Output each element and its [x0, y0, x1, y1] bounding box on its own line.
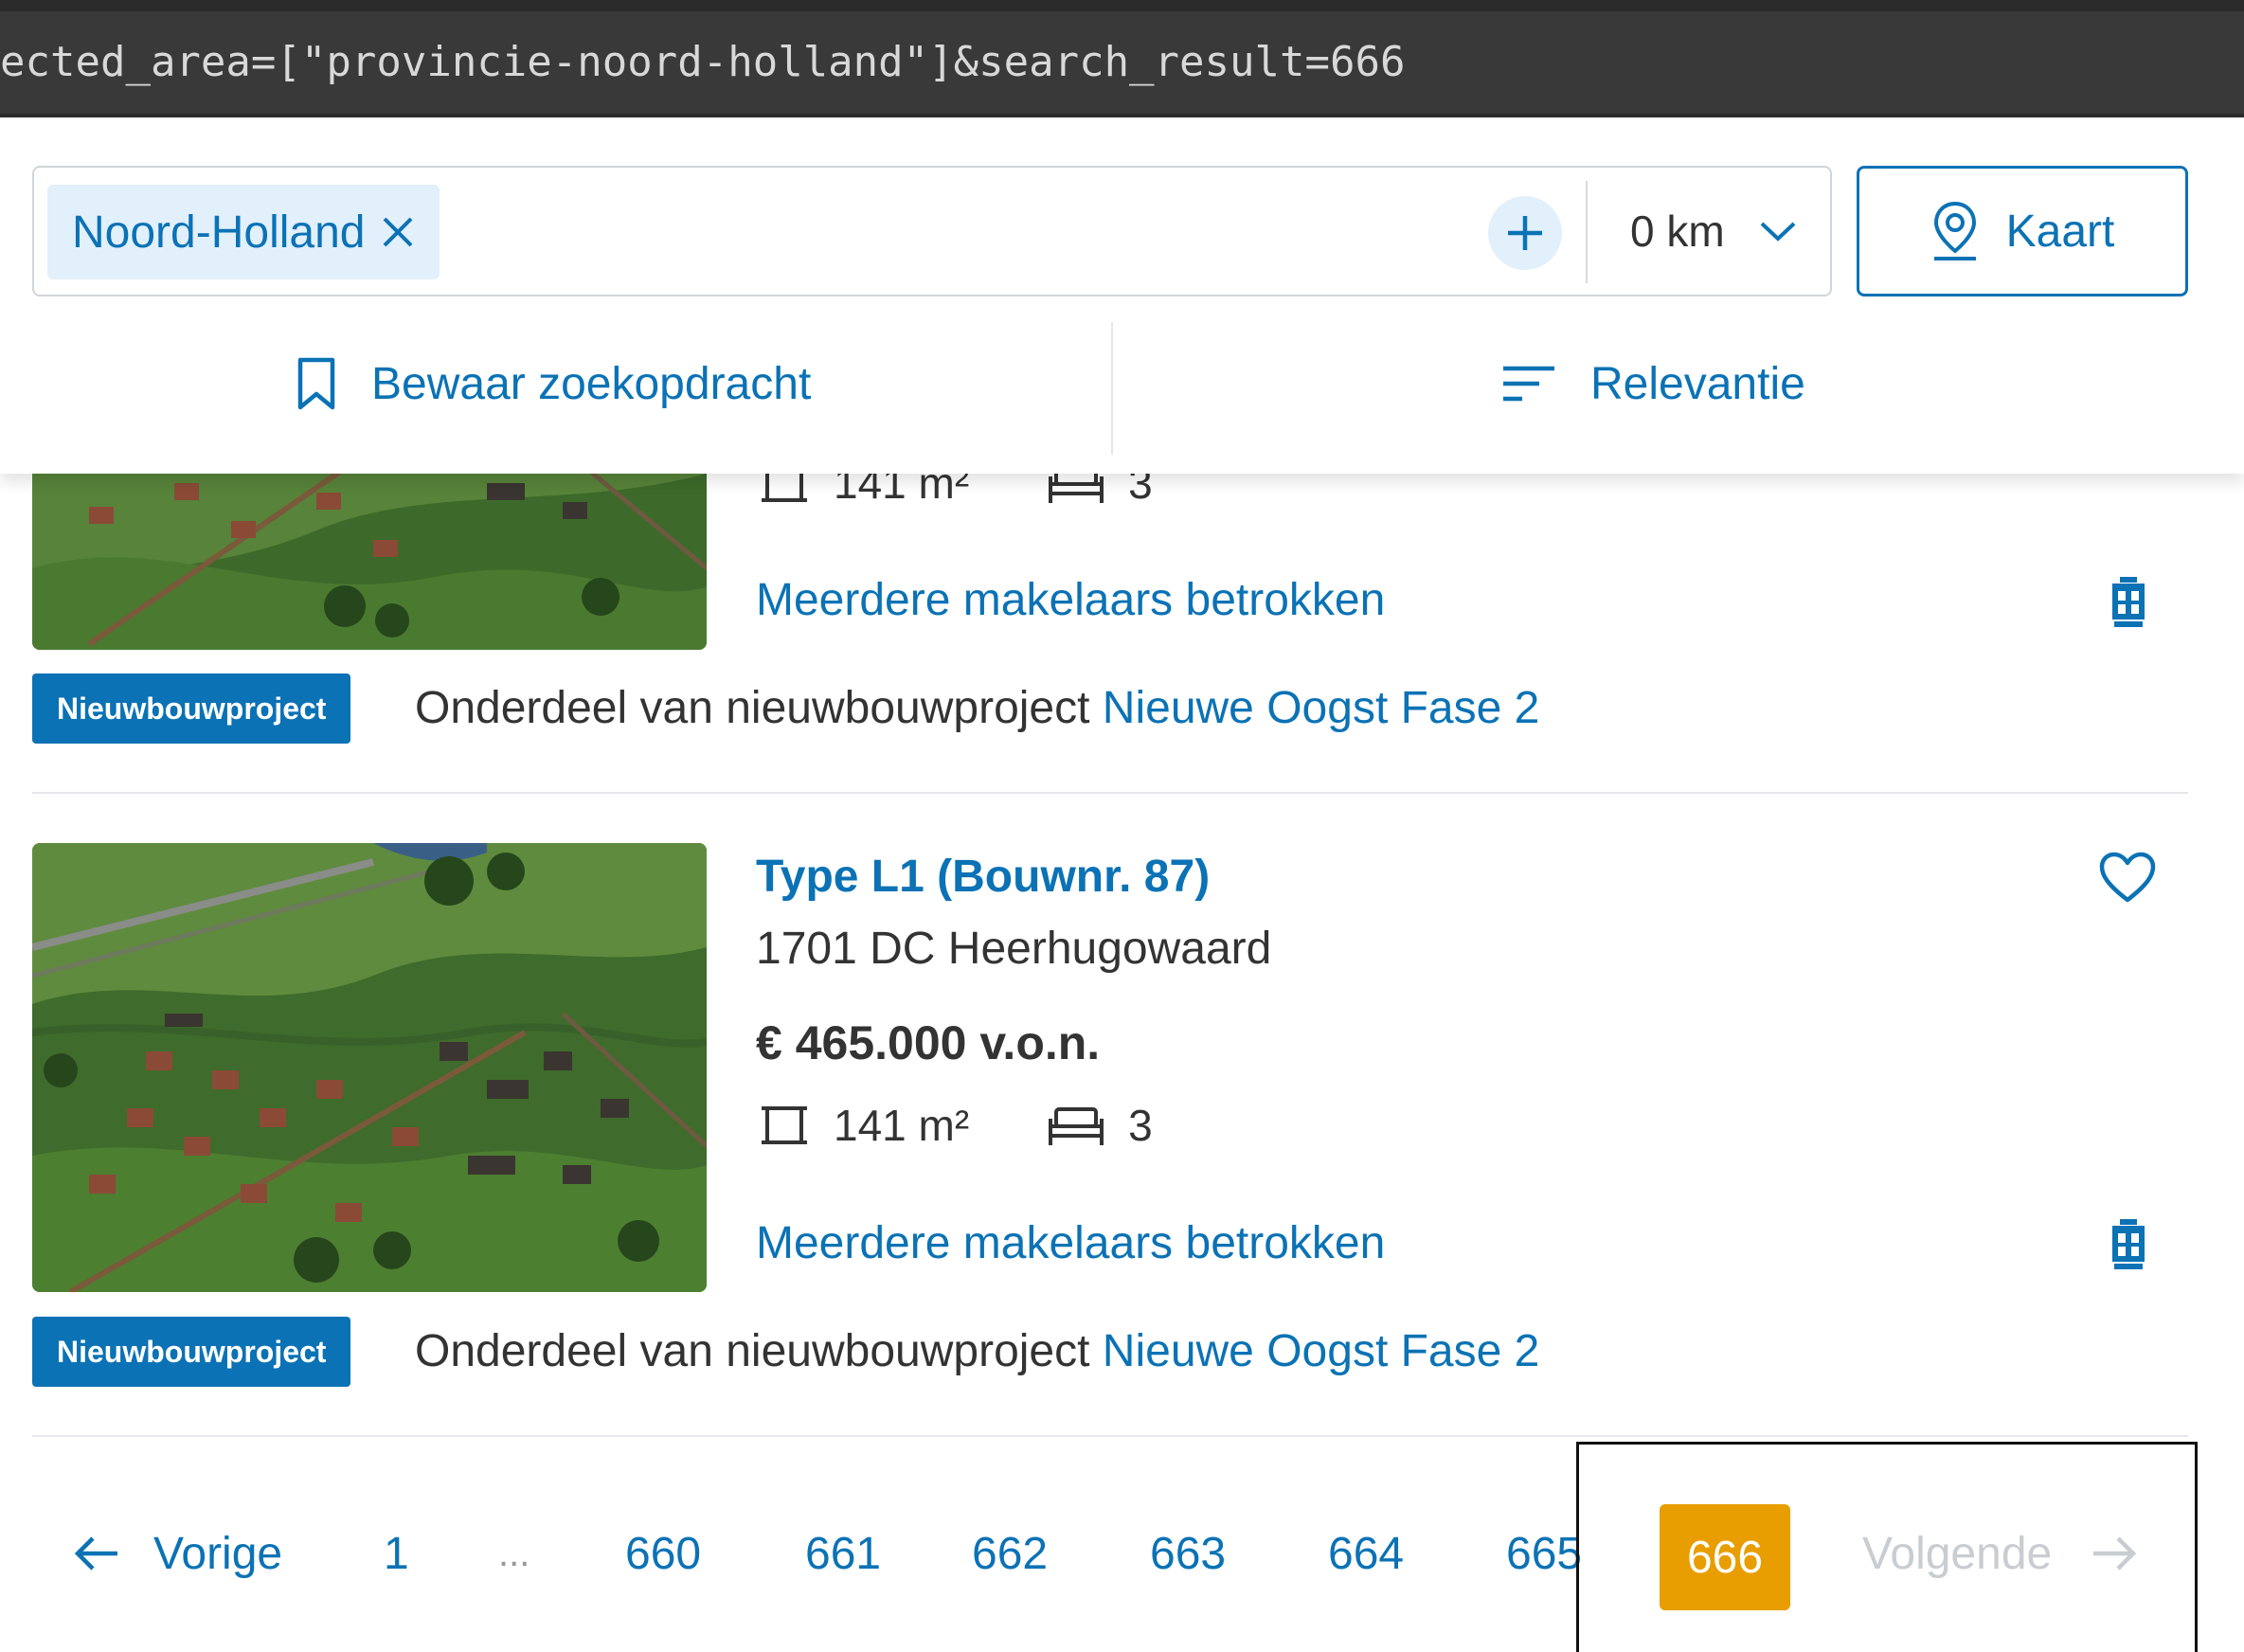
sort-icon [1503, 366, 1554, 402]
project-link[interactable]: Nieuwe Oogst Fase 2 [1103, 683, 1540, 733]
page-link-first[interactable]: 1 [384, 1497, 409, 1610]
map-button-label: Kaart [2005, 206, 2115, 257]
distance-value: 0 km [1630, 206, 1725, 256]
bedrooms-value: 3 [1128, 1101, 1153, 1150]
results-action-bar: Bewaar zoekopdracht Relevantie [0, 313, 2244, 474]
location-search-box[interactable]: Noord-Holland 0 km [32, 166, 1832, 296]
page-link[interactable]: 661 [805, 1497, 881, 1610]
url-text[interactable]: ected_area=["provincie-noord-holland"]&s… [0, 38, 1405, 86]
heart-icon[interactable] [2098, 851, 2157, 904]
plus-icon [1508, 216, 1542, 250]
add-location-button[interactable] [1488, 196, 1562, 270]
listing-divider [32, 1435, 2188, 1437]
listing-features: 141 m² 3 [756, 1097, 1153, 1154]
chevron-down-icon [1760, 222, 1796, 242]
agents-link[interactable]: Meerdere makelaars betrokken [756, 1217, 1385, 1269]
nvm-logo-icon [2112, 1219, 2145, 1269]
highlight-box [1576, 1442, 2198, 1652]
save-search-label: Bewaar zoekopdracht [371, 358, 812, 409]
sort-button[interactable]: Relevantie [1501, 313, 1805, 455]
previous-label: Vorige [153, 1528, 283, 1579]
page-link[interactable]: 665 [1506, 1497, 1582, 1610]
nvm-logo-icon [2112, 577, 2145, 627]
page-ellipsis: ... [498, 1532, 530, 1574]
page-link[interactable]: 662 [972, 1497, 1048, 1610]
project-prefix: Onderdeel van nieuwbouwproject [415, 683, 1103, 733]
listing-address: 1701 DC Heerhugowaard [756, 924, 1272, 974]
new-build-badge: Nieuwbouwproject [32, 673, 351, 744]
project-info: Onderdeel van nieuwbouwproject Nieuwe Oo… [415, 1325, 1539, 1377]
project-info: Onderdeel van nieuwbouwproject Nieuwe Oo… [415, 682, 1539, 734]
page-link[interactable]: 660 [625, 1497, 701, 1610]
page-link[interactable]: 664 [1328, 1497, 1404, 1610]
listing-photo[interactable] [32, 843, 707, 1292]
listing-price: € 465.000 v.o.n. [756, 1016, 1101, 1069]
bookmark-icon [297, 357, 335, 410]
divider [1111, 322, 1113, 455]
project-link[interactable]: Nieuwe Oogst Fase 2 [1103, 1326, 1540, 1376]
sort-label: Relevantie [1590, 358, 1805, 409]
divider [1586, 181, 1588, 283]
location-chip-label: Noord-Holland [72, 206, 366, 258]
save-search-button[interactable]: Bewaar zoekopdracht [296, 313, 811, 455]
listing-title[interactable]: Type L1 (Bouwnr. 87) [756, 851, 1210, 903]
floor-area-value: 141 m² [834, 1101, 970, 1150]
page-link[interactable]: 663 [1150, 1497, 1226, 1610]
arrow-left-icon [74, 1536, 117, 1571]
distance-select[interactable]: 0 km [1630, 168, 1797, 295]
previous-page-button[interactable]: Vorige [72, 1497, 282, 1610]
location-chip[interactable]: Noord-Holland [47, 185, 440, 279]
agents-link[interactable]: Meerdere makelaars betrokken [756, 574, 1385, 626]
map-pin-icon [1933, 201, 1976, 260]
browser-url-bar[interactable]: ected_area=["provincie-noord-holland"]&s… [0, 0, 2244, 117]
project-prefix: Onderdeel van nieuwbouwproject [415, 1326, 1103, 1376]
bed-icon [1049, 1107, 1104, 1145]
aerial-photo-image [32, 843, 707, 1292]
listing-divider [32, 792, 2188, 794]
new-build-badge: Nieuwbouwproject [32, 1317, 351, 1387]
map-button[interactable]: Kaart [1857, 166, 2188, 296]
close-icon[interactable] [379, 213, 417, 251]
floor-area-icon [762, 1106, 807, 1144]
